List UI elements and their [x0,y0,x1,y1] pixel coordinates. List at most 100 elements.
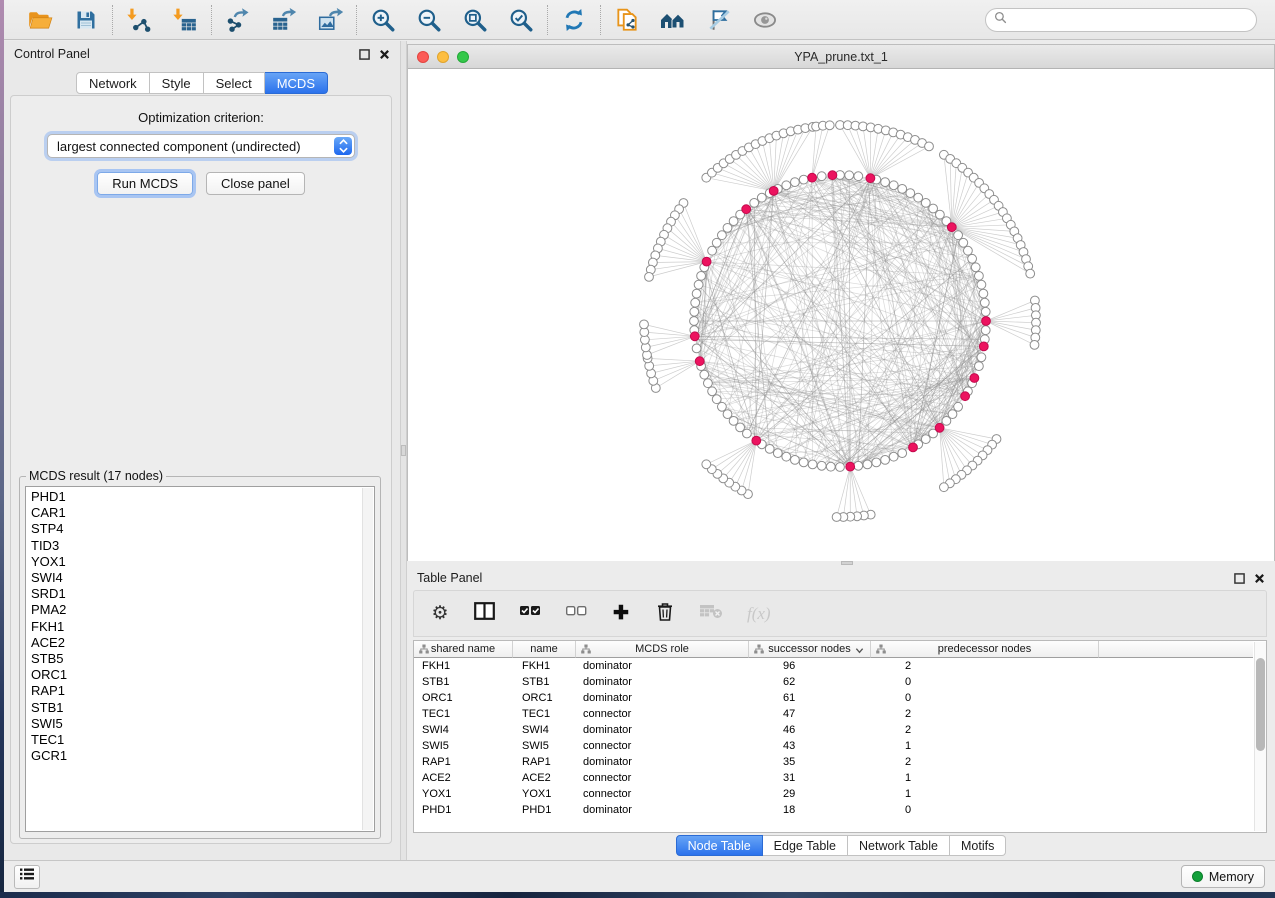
scrollbar-thumb[interactable] [1256,658,1265,751]
mcds-result-item[interactable]: SRD1 [31,586,356,602]
mcds-result-item[interactable]: PHD1 [31,489,356,505]
table-mode-button[interactable]: ⚙ [430,602,450,626]
cell-name[interactable]: RAP1 [513,754,576,770]
import-network-button[interactable] [126,7,152,33]
tab-network[interactable]: Network [76,72,150,94]
table-tab-node-table[interactable]: Node Table [676,835,763,856]
table-row[interactable]: RAP1RAP1dominator352 [414,754,1253,770]
import-table-button[interactable] [172,7,198,33]
deselect-all-button[interactable] [565,602,587,626]
cell-predecessor-nodes[interactable]: 2 [871,754,1099,770]
table-row[interactable]: SWI5SWI5connector431 [414,738,1253,754]
cell-shared-name[interactable]: TEC1 [414,706,513,722]
mcds-result-item[interactable]: ACE2 [31,635,356,651]
table-tab-motifs[interactable]: Motifs [950,835,1006,856]
mcds-result-item[interactable]: STB1 [31,700,356,716]
search-box[interactable] [985,8,1257,32]
cell-MCDS-role[interactable]: connector [576,770,749,786]
zoom-fit-button[interactable] [462,7,488,33]
mcds-result-item[interactable]: SWI4 [31,570,356,586]
table-row[interactable]: STB1STB1dominator620 [414,674,1253,690]
close-panel-icon[interactable] [1254,573,1265,584]
table-tab-network-table[interactable]: Network Table [848,835,950,856]
run-mcds-button[interactable]: Run MCDS [97,172,193,195]
mcds-result-item[interactable]: FKH1 [31,619,356,635]
cell-predecessor-nodes[interactable]: 0 [871,802,1099,818]
cell-predecessor-nodes[interactable]: 2 [871,722,1099,738]
table-row[interactable]: TEC1TEC1connector472 [414,706,1253,722]
cell-predecessor-nodes[interactable]: 1 [871,786,1099,802]
export-table-button[interactable] [271,7,297,33]
mcds-result-item[interactable]: CAR1 [31,505,356,521]
cell-shared-name[interactable]: STB1 [414,674,513,690]
clone-network-button[interactable] [614,7,640,33]
close-panel-button[interactable]: Close panel [206,172,305,195]
mcds-result-item[interactable]: TID3 [31,538,356,554]
float-panel-icon[interactable] [1234,573,1245,584]
column-header-shared-name[interactable]: shared name [414,641,513,658]
cell-successor-nodes[interactable]: 43 [749,738,871,754]
cell-MCDS-role[interactable]: connector [576,738,749,754]
apply-layout-button[interactable] [561,7,587,33]
cell-successor-nodes[interactable]: 62 [749,674,871,690]
float-panel-icon[interactable] [359,49,370,60]
mcds-result-item[interactable]: STB5 [31,651,356,667]
cell-predecessor-nodes[interactable]: 0 [871,674,1099,690]
cell-name[interactable]: YOX1 [513,786,576,802]
cell-successor-nodes[interactable]: 31 [749,770,871,786]
open-file-button[interactable] [27,7,53,33]
cell-predecessor-nodes[interactable]: 0 [871,690,1099,706]
cell-name[interactable]: ORC1 [513,690,576,706]
table-row[interactable]: PHD1PHD1dominator180 [414,802,1253,818]
cell-MCDS-role[interactable]: dominator [576,690,749,706]
table-row[interactable]: ACE2ACE2connector311 [414,770,1253,786]
mcds-result-item[interactable]: RAP1 [31,683,356,699]
close-panel-icon[interactable] [379,49,390,60]
table-tab-edge-table[interactable]: Edge Table [763,835,848,856]
cell-shared-name[interactable]: FKH1 [414,658,513,674]
vertical-splitter[interactable] [400,41,407,860]
cell-shared-name[interactable]: YOX1 [414,786,513,802]
cell-name[interactable]: STB1 [513,674,576,690]
column-header-MCDS-role[interactable]: MCDS role [576,641,749,658]
table-row[interactable]: YOX1YOX1connector291 [414,786,1253,802]
hide-selected-button[interactable] [706,7,732,33]
cell-name[interactable]: ACE2 [513,770,576,786]
network-titlebar[interactable]: YPA_prune.txt_1 [408,45,1274,69]
cell-predecessor-nodes[interactable]: 2 [871,706,1099,722]
cell-successor-nodes[interactable]: 29 [749,786,871,802]
cell-predecessor-nodes[interactable]: 2 [871,658,1099,674]
column-header-successor-nodes[interactable]: successor nodes [749,641,871,658]
cell-shared-name[interactable]: ACE2 [414,770,513,786]
delete-columns-button[interactable] [655,602,675,626]
network-canvas[interactable] [408,69,1274,561]
cell-MCDS-role[interactable]: dominator [576,658,749,674]
export-network-button[interactable] [225,7,251,33]
column-header-predecessor-nodes[interactable]: predecessor nodes [871,641,1099,658]
zoom-out-button[interactable] [416,7,442,33]
zoom-selected-button[interactable] [508,7,534,33]
cell-name[interactable]: SWI4 [513,722,576,738]
mcds-result-item[interactable]: ORC1 [31,667,356,683]
memory-button[interactable]: Memory [1181,865,1265,888]
show-columns-button[interactable] [474,602,495,626]
table-row[interactable]: SWI4SWI4dominator462 [414,722,1253,738]
tab-mcds[interactable]: MCDS [265,72,328,94]
cell-MCDS-role[interactable]: dominator [576,722,749,738]
cell-shared-name[interactable]: SWI4 [414,722,513,738]
mcds-result-item[interactable]: SWI5 [31,716,356,732]
tab-select[interactable]: Select [204,72,265,94]
cell-MCDS-role[interactable]: dominator [576,754,749,770]
cell-shared-name[interactable]: RAP1 [414,754,513,770]
save-session-button[interactable] [73,7,99,33]
search-input[interactable] [1012,13,1248,27]
create-column-button[interactable]: ✚ [611,602,631,626]
cell-successor-nodes[interactable]: 96 [749,658,871,674]
show-hidden-button[interactable] [752,7,778,33]
table-row[interactable]: FKH1FKH1dominator962 [414,658,1253,674]
cell-successor-nodes[interactable]: 47 [749,706,871,722]
zoom-in-button[interactable] [370,7,396,33]
cell-shared-name[interactable]: SWI5 [414,738,513,754]
cell-successor-nodes[interactable]: 46 [749,722,871,738]
cell-MCDS-role[interactable]: connector [576,786,749,802]
